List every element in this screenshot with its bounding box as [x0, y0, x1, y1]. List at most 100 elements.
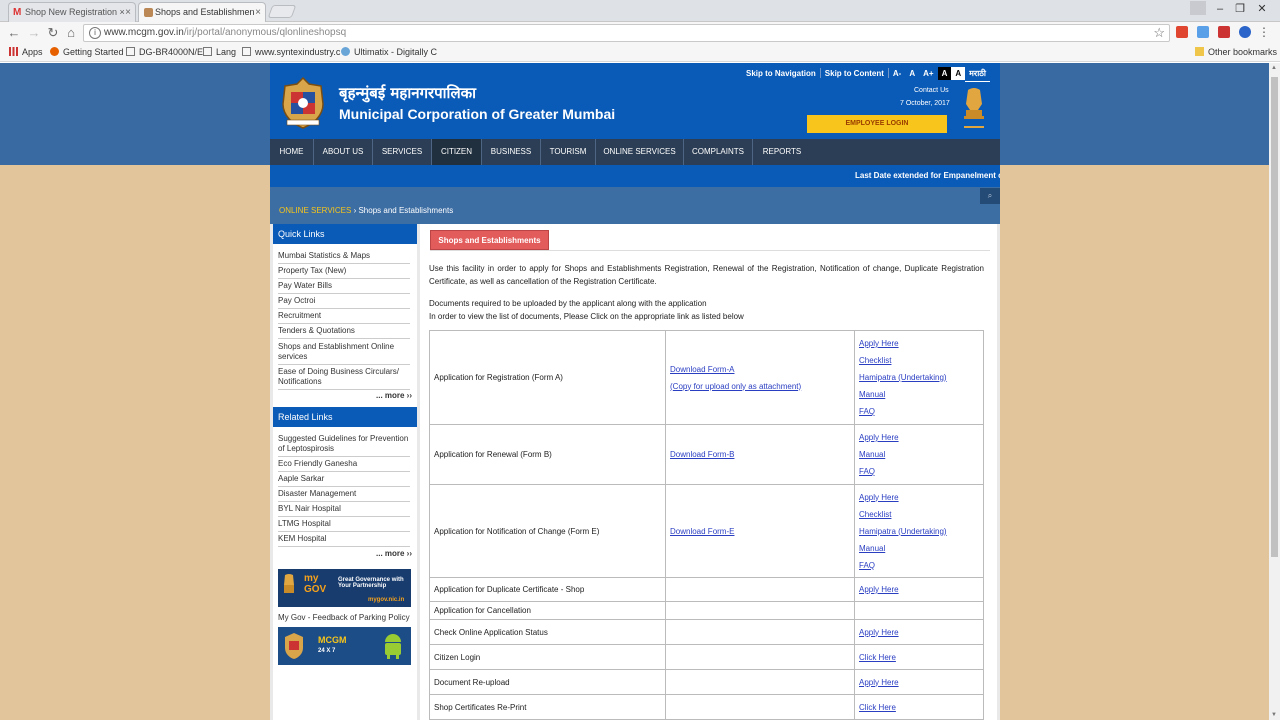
documents-note: Documents required to be uploaded by the…: [429, 297, 984, 323]
profile-icon[interactable]: [1190, 1, 1206, 15]
extension-icon[interactable]: [1197, 26, 1209, 38]
documents-note-line-2: In order to view the list of documents, …: [429, 312, 744, 321]
download-form-b-link[interactable]: Download Form-B: [670, 446, 850, 463]
quick-link-tenders[interactable]: Tenders & Quotations: [278, 326, 410, 339]
employee-login-button[interactable]: EMPLOYEE LOGIN: [807, 115, 947, 133]
skip-to-navigation-link[interactable]: Skip to Navigation: [742, 67, 820, 80]
related-link-kem[interactable]: KEM Hospital: [278, 534, 410, 547]
bookmark-star-icon[interactable]: ☆: [1153, 25, 1165, 41]
manual-link[interactable]: Manual: [859, 386, 979, 403]
faq-link[interactable]: FAQ: [859, 463, 979, 480]
quick-link-pay-water-bills[interactable]: Pay Water Bills: [278, 281, 410, 294]
nav-reports[interactable]: REPORTS: [753, 139, 811, 165]
address-bar[interactable]: i www.mcgm.gov.in/irj/portal/anonymous/q…: [83, 24, 1170, 42]
bookmark-getting-started[interactable]: Getting Started: [50, 47, 124, 57]
apply-here-link[interactable]: Apply Here: [859, 429, 979, 446]
ticker-text[interactable]: Last Date extended for Empanelment of A: [855, 171, 1000, 180]
close-window-icon[interactable]: ✕: [1252, 0, 1272, 20]
faq-link[interactable]: FAQ: [859, 403, 979, 420]
quick-link-mumbai-statistics[interactable]: Mumbai Statistics & Maps: [278, 251, 410, 264]
related-link-leptospirosis[interactable]: Suggested Guidelines for Prevention of L…: [278, 434, 410, 457]
related-link-byl-nair[interactable]: BYL Nair Hospital: [278, 504, 410, 517]
download-form-a-link[interactable]: Download Form-A: [670, 361, 850, 378]
apply-here-link[interactable]: Apply Here: [859, 581, 979, 598]
bookmark-ultimatix[interactable]: Ultimatix - Digitally C: [341, 47, 437, 57]
bookmark-syntex[interactable]: www.syntexindustry.c: [242, 47, 340, 57]
new-tab-button[interactable]: [267, 5, 297, 18]
checklist-link[interactable]: Checklist: [859, 352, 979, 369]
mygov-banner[interactable]: my GOV Great Governance with Your Partner…: [278, 569, 411, 607]
contact-us-link[interactable]: Contact Us: [914, 87, 949, 94]
manual-link[interactable]: Manual: [859, 540, 979, 557]
mcgm-app-banner[interactable]: MCGM 24 X 7: [278, 627, 411, 665]
home-icon[interactable]: ⌂: [63, 25, 79, 41]
bookmark-other[interactable]: Other bookmarks: [1195, 47, 1277, 57]
scroll-down-icon[interactable]: ▼: [1271, 712, 1277, 718]
copy-for-upload-link[interactable]: (Copy for upload only as attachment): [670, 378, 850, 395]
mygov-caption[interactable]: My Gov - Feedback of Parking Policy: [278, 613, 410, 625]
apply-here-link[interactable]: Apply Here: [859, 624, 979, 641]
nav-tourism[interactable]: TOURISM: [541, 139, 596, 165]
nav-home[interactable]: HOME: [270, 139, 314, 165]
page-scrollbar[interactable]: ▲ ▼: [1269, 63, 1280, 720]
font-decrease-button[interactable]: A-: [889, 67, 905, 80]
search-icon[interactable]: ⌕: [980, 188, 1000, 204]
related-links-more-link[interactable]: ... more ››: [376, 549, 412, 558]
apply-here-link[interactable]: Apply Here: [859, 489, 979, 506]
close-tab-icon[interactable]: ×: [255, 3, 261, 22]
nav-about-us[interactable]: ABOUT US: [314, 139, 373, 165]
checklist-link[interactable]: Checklist: [859, 506, 979, 523]
font-increase-button[interactable]: A+: [919, 67, 937, 80]
browser-tab-1[interactable]: M Shop New Registration × ×: [8, 2, 136, 22]
quick-link-property-tax[interactable]: Property Tax (New): [278, 266, 410, 279]
contrast-light-button[interactable]: A: [951, 67, 966, 80]
hamipatra-link[interactable]: Hamipatra (Undertaking): [859, 523, 979, 540]
hamipatra-link[interactable]: Hamipatra (Undertaking): [859, 369, 979, 386]
download-form-e-link[interactable]: Download Form-E: [670, 523, 850, 540]
bookmark-lang[interactable]: Lang: [203, 47, 236, 57]
marathi-language-link[interactable]: मराठी: [965, 66, 990, 82]
nav-citizen[interactable]: CITIZEN: [432, 139, 482, 165]
extension-icon[interactable]: [1176, 26, 1188, 38]
extension-icon[interactable]: [1218, 26, 1230, 38]
scrollbar-thumb[interactable]: [1271, 77, 1278, 557]
bookmark-apps[interactable]: Apps: [9, 47, 43, 57]
breadcrumb-online-services[interactable]: ONLINE SERVICES: [279, 206, 351, 215]
quick-link-pay-octroi[interactable]: Pay Octroi: [278, 296, 410, 309]
nav-services[interactable]: SERVICES: [373, 139, 432, 165]
quick-link-recruitment[interactable]: Recruitment: [278, 311, 410, 324]
minimize-icon[interactable]: –: [1210, 0, 1230, 20]
related-link-disaster-management[interactable]: Disaster Management: [278, 489, 410, 502]
extension-icon[interactable]: [1239, 26, 1251, 38]
quick-links-more-link[interactable]: ... more ››: [376, 391, 412, 400]
menu-icon[interactable]: ⋮: [1258, 26, 1270, 38]
nav-online-services[interactable]: ONLINE SERVICES: [596, 139, 684, 165]
related-link-eco-ganesha[interactable]: Eco Friendly Ganesha: [278, 459, 410, 472]
documents-note-line-1: Documents required to be uploaded by the…: [429, 299, 707, 308]
faq-link[interactable]: FAQ: [859, 557, 979, 574]
quick-link-ease-of-business[interactable]: Ease of Doing Business Circulars/ Notifi…: [278, 367, 410, 390]
scroll-up-icon[interactable]: ▲: [1271, 65, 1277, 71]
close-tab-icon[interactable]: ×: [125, 3, 131, 22]
apply-here-link[interactable]: Apply Here: [859, 674, 979, 691]
info-icon[interactable]: i: [89, 27, 101, 39]
related-link-ltmg[interactable]: LTMG Hospital: [278, 519, 410, 532]
browser-tab-2[interactable]: Shops and Establishmen ×: [138, 2, 266, 22]
forward-icon[interactable]: →: [26, 25, 42, 41]
click-here-link[interactable]: Click Here: [859, 699, 979, 716]
nav-business[interactable]: BUSINESS: [482, 139, 541, 165]
skip-to-content-link[interactable]: Skip to Content: [821, 67, 888, 80]
back-icon[interactable]: ←: [6, 25, 22, 41]
click-here-link[interactable]: Click Here: [859, 649, 979, 666]
manual-link[interactable]: Manual: [859, 446, 979, 463]
contrast-dark-button[interactable]: A: [937, 67, 952, 80]
breadcrumb-bar: ⌕ ONLINE SERVICES › Shops and Establishm…: [270, 187, 1000, 224]
font-normal-button[interactable]: A: [905, 67, 919, 80]
reload-icon[interactable]: ↻: [45, 25, 61, 41]
related-link-aaple-sarkar[interactable]: Aaple Sarkar: [278, 474, 410, 487]
quick-link-shops-establishment[interactable]: Shops and Establishment Online services: [278, 342, 410, 365]
bookmark-dg-br4000[interactable]: DG-BR4000N/E: [126, 47, 203, 57]
restore-icon[interactable]: ❐: [1230, 0, 1250, 20]
apply-here-link[interactable]: Apply Here: [859, 335, 979, 352]
nav-complaints[interactable]: COMPLAINTS: [684, 139, 753, 165]
